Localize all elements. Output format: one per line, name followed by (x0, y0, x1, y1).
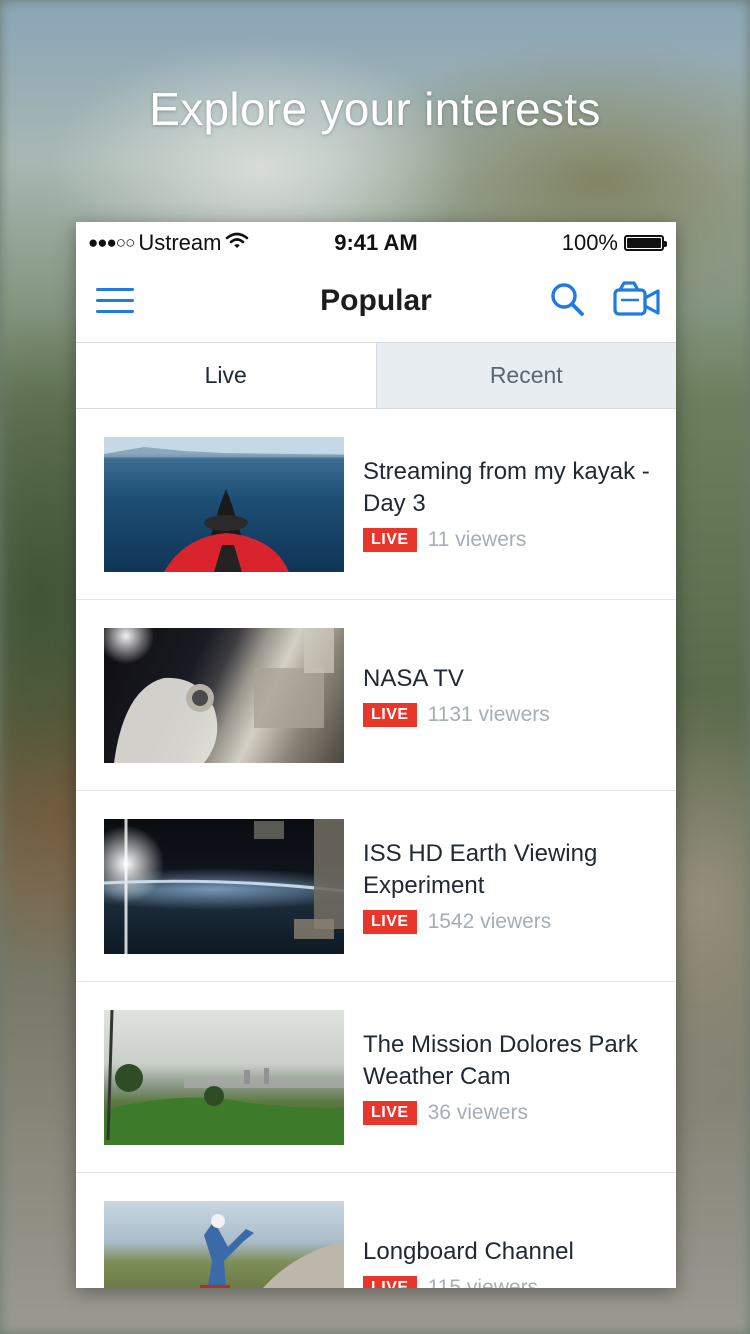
search-icon[interactable] (548, 280, 588, 320)
tab-recent[interactable]: Recent (375, 343, 676, 408)
stream-meta: LIVE 1542 viewers (363, 910, 653, 934)
stream-thumbnail[interactable] (104, 819, 344, 954)
stream-row[interactable]: NASA TV LIVE 1131 viewers (76, 600, 676, 791)
stream-info: The Mission Dolores Park Weather Cam LIV… (363, 982, 653, 1172)
stream-row[interactable]: Streaming from my kayak - Day 3 LIVE 11 … (76, 409, 676, 600)
tab-bar: Live Recent (76, 342, 676, 409)
live-badge: LIVE (363, 1276, 417, 1288)
status-right: 100% (561, 230, 667, 256)
stream-list: Streaming from my kayak - Day 3 LIVE 11 … (76, 409, 676, 1288)
stream-thumbnail[interactable] (104, 437, 344, 572)
tab-live[interactable]: Live (76, 343, 376, 408)
viewer-count: 1542 viewers (427, 910, 552, 933)
stream-title[interactable]: Streaming from my kayak - Day 3 (363, 456, 653, 520)
stream-thumbnail[interactable] (104, 628, 344, 763)
phone-screen: ●●●○○ Ustream 9:41 AM 100% Popular Live … (76, 222, 676, 1288)
stream-title[interactable]: The Mission Dolores Park Weather Cam (363, 1029, 653, 1093)
stream-title[interactable]: NASA TV (363, 663, 653, 695)
battery-fill (627, 238, 661, 248)
nav-bar: Popular (76, 262, 676, 342)
stream-info: ISS HD Earth Viewing Experiment LIVE 154… (363, 791, 653, 981)
video-camera-icon[interactable] (612, 280, 662, 320)
stream-info: Streaming from my kayak - Day 3 LIVE 11 … (363, 409, 653, 599)
viewer-count: 1131 viewers (427, 703, 550, 726)
live-badge: LIVE (363, 703, 417, 727)
stream-meta: LIVE 36 viewers (363, 1101, 653, 1125)
status-bar: ●●●○○ Ustream 9:41 AM 100% (76, 222, 676, 262)
stream-thumbnail[interactable] (104, 1010, 344, 1145)
stream-meta: LIVE 115 viewers (363, 1276, 653, 1288)
live-badge: LIVE (363, 910, 417, 934)
stream-meta: LIVE 1131 viewers (363, 703, 653, 727)
stream-title[interactable]: ISS HD Earth Viewing Experiment (363, 838, 653, 902)
stream-info: Longboard Channel LIVE 115 viewers (363, 1173, 653, 1288)
battery-percent: 100% (561, 230, 618, 255)
live-badge: LIVE (363, 528, 417, 552)
stream-row[interactable]: The Mission Dolores Park Weather Cam LIV… (76, 982, 676, 1173)
stream-meta: LIVE 11 viewers (363, 528, 653, 552)
stream-title[interactable]: Longboard Channel (363, 1236, 653, 1268)
viewer-count: 36 viewers (427, 1101, 528, 1124)
stream-info: NASA TV LIVE 1131 viewers (363, 600, 653, 790)
headline: Explore your interests (149, 83, 601, 135)
stream-row[interactable]: ISS HD Earth Viewing Experiment LIVE 154… (76, 791, 676, 982)
stream-row[interactable]: Longboard Channel LIVE 115 viewers (76, 1173, 676, 1288)
viewer-count: 11 viewers (427, 528, 527, 551)
battery-icon (624, 235, 667, 251)
stream-thumbnail[interactable] (104, 1201, 344, 1288)
live-badge: LIVE (363, 1101, 417, 1125)
viewer-count: 115 viewers (427, 1276, 539, 1288)
